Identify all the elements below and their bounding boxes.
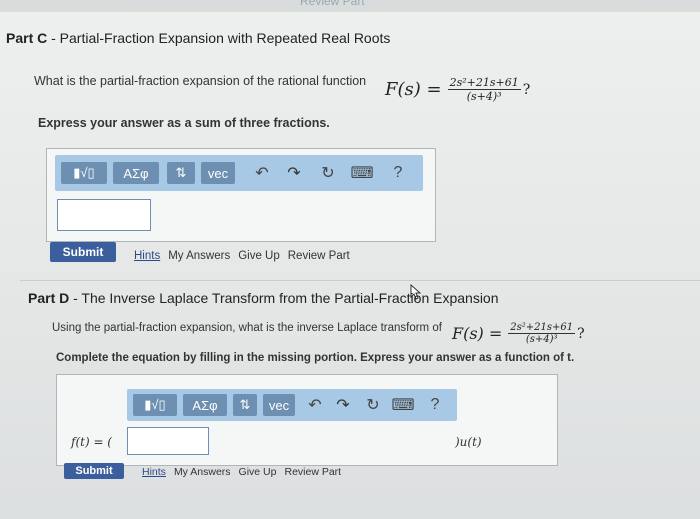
partC-answer-input[interactable] — [57, 199, 151, 231]
redo-icon[interactable]: ↷ — [283, 162, 305, 184]
partD-fraction: 2s²+21s+61 (s+4)³ — [508, 322, 576, 345]
partD-answer-area: ▮√▯ ΑΣφ ⇅ vec ↶ ↷ ↻ ⌨ ? f(t) = ( )u(t) — [56, 374, 558, 466]
partC-fraction: 2s²+21s+61 (s+4)³ — [447, 76, 521, 103]
partD-instruction: Complete the equation by filling in the … — [56, 352, 575, 364]
partD-give-up-link[interactable]: Give Up — [239, 466, 277, 478]
help-icon[interactable]: ? — [387, 162, 409, 184]
undo-icon[interactable]: ↶ — [251, 162, 273, 184]
partC-submit-button[interactable]: Submit — [50, 242, 116, 262]
partD-equation-prefix: f(t) = ( — [71, 435, 112, 449]
partC-question: What is the partial-fraction expansion o… — [34, 74, 367, 88]
subscript-superscript-button[interactable]: ⇅ — [167, 162, 195, 184]
partD-equation-suffix: )u(t) — [455, 435, 482, 449]
undo-icon[interactable]: ↶ — [305, 394, 325, 416]
partD-answer-input[interactable] — [127, 427, 209, 455]
partC-title-text: - Partial-Fraction Expansion with Repeat… — [47, 30, 391, 46]
templates-button[interactable]: ▮√▯ — [61, 162, 107, 184]
partC-hints-link[interactable]: Hints — [134, 250, 160, 262]
greek-symbols-button[interactable]: ΑΣφ — [183, 394, 227, 416]
top-fragment: Review Part — [300, 0, 365, 8]
reset-icon[interactable]: ↻ — [363, 394, 383, 416]
partD-toolbar: ▮√▯ ΑΣφ ⇅ vec ↶ ↷ ↻ ⌨ ? — [127, 389, 457, 421]
partC-review-link[interactable]: Review Part — [288, 250, 350, 262]
partD-denominator: (s+4)³ — [525, 334, 558, 345]
partD-title-text: - The Inverse Laplace Transform from the… — [69, 290, 499, 306]
partD-function: F(s) = 2s²+21s+61 (s+4)³ ? — [452, 322, 585, 345]
vector-button[interactable]: vec — [263, 394, 295, 416]
partC-answer-area: ▮√▯ ΑΣφ ⇅ vec ↶ ↷ ↻ ⌨ ? — [46, 148, 436, 242]
partD-func-lhs: F(s) = — [452, 324, 503, 343]
section-divider — [20, 280, 700, 281]
partD-numerator: 2s²+21s+61 — [508, 322, 576, 334]
partC-func-lhs: F(s) = — [385, 79, 442, 100]
partD-submit-button[interactable]: Submit — [64, 463, 124, 479]
subscript-superscript-button[interactable]: ⇅ — [233, 394, 257, 416]
partC-numerator: 2s²+21s+61 — [447, 76, 521, 90]
greek-symbols-button[interactable]: ΑΣφ — [113, 162, 159, 184]
keyboard-icon[interactable]: ⌨ — [391, 394, 414, 416]
partD-review-link[interactable]: Review Part — [284, 466, 341, 478]
redo-icon[interactable]: ↷ — [333, 394, 353, 416]
partD-qmark: ? — [577, 325, 585, 342]
partC-give-up-link[interactable]: Give Up — [238, 250, 280, 262]
partC-title: Part C - Partial-Fraction Expansion with… — [6, 30, 390, 46]
partD-label: Part D — [28, 290, 70, 306]
partC-function: F(s) = 2s²+21s+61 (s+4)³ ? — [385, 76, 530, 103]
partC-denominator: (s+4)³ — [466, 90, 502, 103]
help-icon[interactable]: ? — [425, 394, 445, 416]
partD-question: Using the partial-fraction expansion, wh… — [52, 322, 442, 334]
reset-icon[interactable]: ↻ — [317, 162, 339, 184]
keyboard-icon[interactable]: ⌨ — [350, 162, 373, 184]
partC-label: Part C — [6, 30, 48, 46]
partC-instruction: Express your answer as a sum of three fr… — [38, 116, 330, 130]
partD-hints-link[interactable]: Hints — [142, 466, 166, 478]
partD-my-answers-link[interactable]: My Answers — [174, 466, 231, 478]
partC-links: Hints My Answers Give Up Review Part — [134, 250, 358, 262]
partD-links: Hints My Answers Give Up Review Part — [142, 466, 349, 478]
top-strip: Review Part — [0, 0, 700, 12]
partD-title: Part D - The Inverse Laplace Transform f… — [28, 290, 499, 306]
partC-toolbar: ▮√▯ ΑΣφ ⇅ vec ↶ ↷ ↻ ⌨ ? — [55, 155, 423, 191]
templates-button[interactable]: ▮√▯ — [133, 394, 177, 416]
partC-qmark: ? — [522, 81, 531, 98]
vector-button[interactable]: vec — [201, 162, 235, 184]
partC-my-answers-link[interactable]: My Answers — [168, 250, 230, 262]
